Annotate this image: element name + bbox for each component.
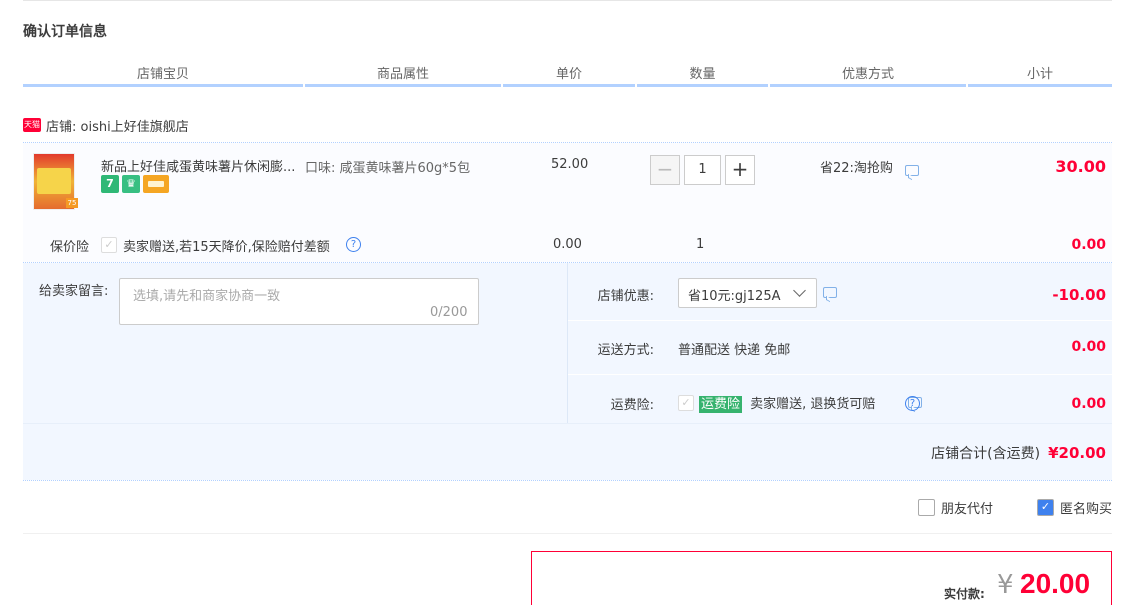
divider (23, 533, 1112, 534)
row-divider (568, 320, 1112, 321)
col-header-attr: 商品属性 (376, 67, 429, 82)
store-total: 店铺合计(含运费) ¥20.00 (931, 443, 1106, 463)
row-divider (568, 374, 1112, 375)
chat-icon[interactable] (905, 165, 920, 176)
insurance-subtotal: 0.00 (1071, 237, 1106, 253)
quantity-stepper: − 1 + (650, 155, 755, 185)
anonymous-checkbox[interactable]: ✓ (1037, 499, 1054, 516)
store-total-value: ¥20.00 (1048, 444, 1106, 462)
col-header-promo: 优惠方式 (841, 67, 894, 82)
item-subtotal: 30.00 (1055, 157, 1106, 176)
col-underline (637, 84, 768, 87)
product-sku: 口味: 咸蛋黄味薯片60g*5包 (305, 161, 471, 176)
quantity-input[interactable]: 1 (684, 155, 721, 185)
divider (23, 480, 1112, 481)
message-placeholder: 选填,请先和商家协商一致 (133, 289, 281, 304)
col-underline (770, 84, 966, 87)
promo-text: 省22:淘抢购 (820, 161, 893, 176)
col-header-subtotal: 小计 (1026, 67, 1053, 82)
currency-symbol: ¥ (997, 570, 1014, 600)
tmall-icon: 天猫 (23, 118, 41, 132)
shipping-value: 0.00 (1071, 339, 1106, 355)
store-total-label: 店铺合计(含运费) (931, 446, 1041, 462)
promo-info: 省22:淘抢购 (820, 157, 920, 176)
friend-pay-option[interactable]: 朋友代付 (918, 498, 993, 517)
decrease-button[interactable]: − (650, 155, 680, 185)
friend-pay-label: 朋友代付 (941, 502, 994, 517)
col-header-price: 单价 (555, 67, 582, 82)
col-header-qty: 数量 (689, 67, 716, 82)
section-title: 确认订单信息 (23, 24, 107, 40)
shipping-label: 运送方式: (597, 343, 654, 358)
freight-insurance-text: 卖家赠送, 退换货可赔 (750, 397, 876, 412)
row-divider (23, 423, 1112, 424)
col-underline (305, 84, 501, 87)
insurance-price: 0.00 (553, 237, 582, 252)
freight-insurance-badge: 运费险 (699, 396, 743, 413)
message-char-count: 0/200 (430, 305, 468, 320)
freight-insurance-value: 0.00 (1071, 396, 1106, 412)
quality-guarantee-icon[interactable]: ♛ (122, 175, 140, 193)
increase-button[interactable]: + (725, 155, 755, 185)
insurance-text: 卖家赠送,若15天降价,保险赔付差额 (123, 240, 330, 255)
shop-discount-label: 店铺优惠: (597, 289, 654, 304)
col-underline (503, 84, 635, 87)
freight-insurance-label: 运费险: (610, 398, 654, 413)
payment-amount: 20.00 (1020, 568, 1091, 599)
shop-name-link[interactable]: 店铺: oishi上好佳旗舰店 (46, 116, 189, 135)
help-icon[interactable]: ? (346, 237, 361, 252)
col-underline (23, 84, 303, 87)
insurance-label: 保价险 (50, 240, 90, 255)
shop-discount-value: -10.00 (1052, 286, 1106, 304)
anonymous-option[interactable]: ✓ 匿名购买 (1037, 498, 1112, 517)
product-image-detail (37, 168, 71, 194)
anonymous-label: 匿名购买 (1060, 502, 1113, 517)
credit-card-icon[interactable] (143, 175, 169, 193)
unit-price: 52.00 (551, 157, 589, 172)
friend-pay-checkbox[interactable] (918, 499, 935, 516)
message-label: 给卖家留言: (39, 284, 109, 299)
payment-label: 实付款: (944, 587, 985, 601)
product-title-link[interactable]: 新品上好佳咸蛋黄味薯片休闲膨... (101, 156, 301, 175)
insurance-checkbox[interactable]: ✓ (101, 237, 117, 253)
shop-row: 天猫 店铺: oishi上好佳旗舰店 (23, 116, 189, 135)
col-header-item: 店铺宝贝 (136, 67, 189, 82)
shipping-method: 普通配送 快递 免邮 (678, 343, 791, 358)
top-divider (23, 0, 1112, 1)
seven-day-return-icon[interactable]: 7 (101, 175, 119, 193)
thumbnail-badge: 75 (66, 198, 78, 208)
col-underline (968, 84, 1112, 87)
freight-insurance-info: 运费险 卖家赠送, 退换货可赔 (699, 393, 876, 413)
product-tags: 7 ♛ (101, 175, 169, 193)
insurance-qty: 1 (696, 237, 705, 252)
help-icon[interactable]: ? (905, 396, 920, 411)
chat-icon[interactable] (823, 287, 837, 298)
freight-insurance-checkbox[interactable]: ✓ (678, 395, 694, 411)
